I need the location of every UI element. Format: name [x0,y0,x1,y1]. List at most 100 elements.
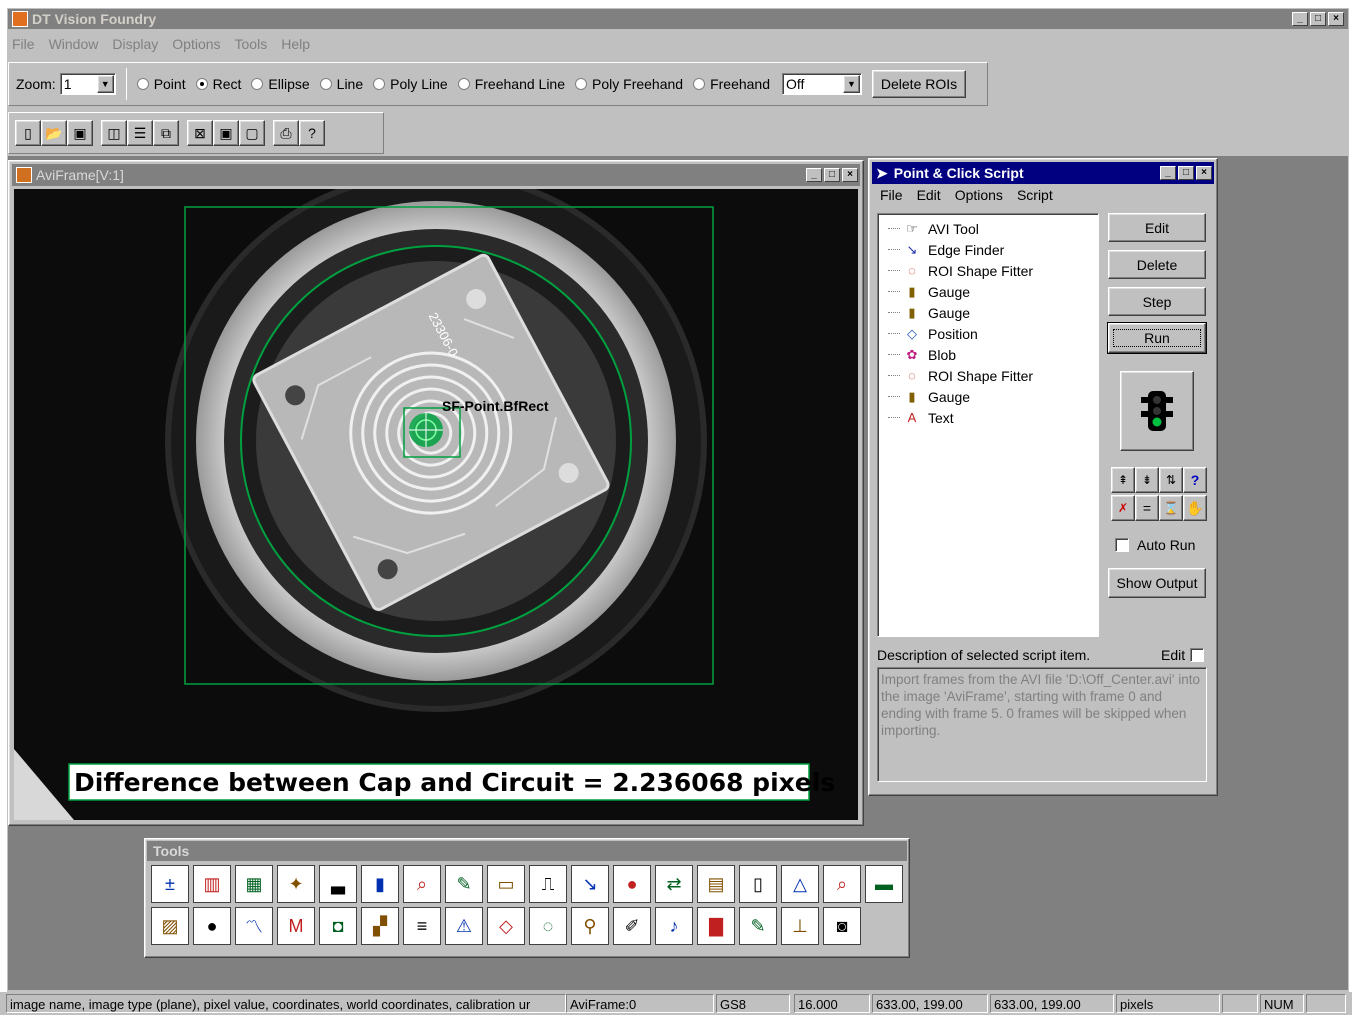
close-icon[interactable]: × [1196,166,1212,180]
probe-tool-icon[interactable]: ⌕ [823,865,861,903]
image-window-title-bar[interactable]: AviFrame[V:1] _ □ × [12,164,860,186]
tile-vertical-icon[interactable]: ◫ [101,120,127,146]
script-item[interactable]: ▮ Gauge [888,302,1098,323]
stop-hand-icon[interactable]: ✋ [1183,495,1207,521]
palette-tool-icon[interactable]: ✦ [277,865,315,903]
transfer-tool-icon[interactable]: ⇄ [655,865,693,903]
radio-button-icon[interactable] [136,78,149,90]
description-edit[interactable]: Edit [1161,647,1205,663]
radio-button-icon[interactable] [251,78,264,90]
text-tool-tool-icon[interactable]: ✎ [739,907,777,945]
menu-help[interactable]: Help [281,36,310,54]
description-edit-checkbox[interactable] [1190,648,1205,662]
edit-button[interactable]: Edit [1108,213,1206,242]
ruler-tool-icon[interactable]: ▬ [865,865,903,903]
roi-radio-rect[interactable]: Rect [195,76,241,92]
roi-radio-point[interactable]: Point [136,76,186,92]
script-tree[interactable]: ☞ AVI Tool ↘ Edge Finder ◌ ROI Shape Fitter ▮ G… [877,213,1099,637]
maximize-icon[interactable]: □ [1310,12,1326,26]
landscape-tool-icon[interactable]: ▨ [151,907,189,945]
new-file-icon[interactable]: ▯ [15,120,41,146]
print-icon[interactable]: ⎙ [273,120,299,146]
speaker-tool-icon[interactable]: ♪ [655,907,693,945]
color-bars-tool-icon[interactable]: ▥ [193,865,231,903]
gauge-tool-icon[interactable]: ▯ [739,865,777,903]
close-icon[interactable]: × [842,168,858,182]
question-icon[interactable]: ? [1183,467,1207,493]
waveform-tool-icon[interactable]: ⎍ [529,865,567,903]
zoom-out-icon[interactable]: ▢ [239,120,265,146]
roi-radio-freehand[interactable]: Freehand [693,76,770,92]
script-window[interactable]: ➤ Point & Click Script _ □ × File Edit O… [868,158,1218,796]
crayons-tool-icon[interactable]: ▮ [361,865,399,903]
monitor-tool-icon[interactable]: ▭ [487,865,525,903]
text-list-tool-icon[interactable]: ≡ [403,907,441,945]
cascade-icon[interactable]: ⧉ [153,120,179,146]
script-item[interactable]: ☞ AVI Tool [888,218,1098,239]
chevron-down-icon[interactable]: ▼ [843,75,861,93]
auto-run-checkbox-box[interactable] [1115,538,1129,552]
zoom-select[interactable]: 1 ▼ [59,73,116,95]
script-item[interactable]: ▮ Gauge [888,386,1098,407]
menu-file[interactable]: File [12,36,35,54]
script-menu-options[interactable]: Options [955,187,1003,203]
minimize-icon[interactable]: _ [806,168,822,182]
script-item[interactable]: ✿ Blob [888,344,1098,365]
equals-icon[interactable]: = [1135,495,1159,521]
open-folder-icon[interactable]: 📂 [41,120,67,146]
step-button[interactable]: Step [1108,287,1206,316]
close-icon[interactable]: × [1328,12,1344,26]
delete-rois-button[interactable]: Delete ROIs [872,70,967,98]
radio-button-icon[interactable] [195,78,208,90]
pixel-blocks-tool-icon[interactable]: ▞ [361,907,399,945]
split-tool-icon[interactable]: ⊥ [781,907,819,945]
script-menu-file[interactable]: File [880,187,903,203]
mode-select[interactable]: Off ▼ [782,73,863,95]
script-item[interactable]: ◌ ROI Shape Fitter [888,260,1098,281]
tools-palette[interactable]: Tools ± ▥ ▦ ✦ ▃ ▮ ⌕ ✎ ▭ ⎍ ↘ ● ⇄ ▤ ▯ △ ⌕ ▬ ▨ ● 〽 M ◘ ▞ ≡ ⚠ ◇ ◌ ⚲ ✐ ♪ ▇ ✎ ⊥… [144,838,910,958]
script-menu-script[interactable]: Script [1017,187,1053,203]
run-button[interactable]: Run [1107,322,1207,354]
script-item[interactable]: ↘ Edge Finder [888,239,1098,260]
script-menu-edit[interactable]: Edit [917,187,941,203]
menu-display[interactable]: Display [112,36,158,54]
bar-chart-tool-icon[interactable]: ▇ [697,907,735,945]
camera-image[interactable]: 23306-0 SF-Point.BfRect Difference betwe… [14,189,858,820]
histogram-tool-icon[interactable]: ▃ [319,865,357,903]
globe-send-tool-icon[interactable]: ● [193,907,231,945]
delete-button[interactable]: Delete [1108,250,1206,279]
camera-tool-icon[interactable]: ◘ [319,907,357,945]
roi-radio-poly-freehand[interactable]: Poly Freehand [575,76,683,92]
roi-radio-ellipse[interactable]: Ellipse [251,76,310,92]
chevron-down-icon[interactable]: ▼ [96,75,114,93]
image-window[interactable]: AviFrame[V:1] _ □ × 23306-0 SF-Point.BfR… [8,160,864,826]
insert-above-icon[interactable]: ⇞ [1111,467,1135,493]
zoom-fit-icon[interactable]: ⊠ [187,120,213,146]
edge-finder-tool-icon[interactable]: ↘ [571,865,609,903]
matrix-tool-icon[interactable]: ▤ [697,865,735,903]
script-window-title-bar[interactable]: ➤ Point & Click Script _ □ × [872,162,1214,184]
menu-tools[interactable]: Tools [235,36,268,54]
radio-button-icon[interactable] [373,78,386,90]
roi-fit-tool-icon[interactable]: ◌ [529,907,567,945]
remove-item-icon[interactable]: ✗ [1111,495,1135,521]
menu-options[interactable]: Options [172,36,220,54]
tile-horizontal-icon[interactable]: ☰ [127,120,153,146]
help-icon[interactable]: ? [299,120,325,146]
roi-radio-line[interactable]: Line [319,76,363,92]
traffic-light-button[interactable] [1120,371,1194,451]
menu-window[interactable]: Window [49,36,99,54]
minimize-icon[interactable]: _ [1292,12,1308,26]
timer-icon[interactable]: ⌛ [1159,495,1183,521]
position-tool-icon[interactable]: ◇ [487,907,525,945]
roi-radio-poly-line[interactable]: Poly Line [373,76,448,92]
maximize-icon[interactable]: □ [1178,166,1194,180]
minimize-icon[interactable]: _ [1160,166,1176,180]
tools-title-bar[interactable]: Tools [147,841,907,861]
radio-button-icon[interactable] [457,78,470,90]
radio-button-icon[interactable] [319,78,332,90]
tape-tool-icon[interactable]: ✐ [613,907,651,945]
twain-tool-icon[interactable]: ◙ [823,907,861,945]
save-icon[interactable]: ▣ [67,120,93,146]
radio-button-icon[interactable] [575,78,588,90]
